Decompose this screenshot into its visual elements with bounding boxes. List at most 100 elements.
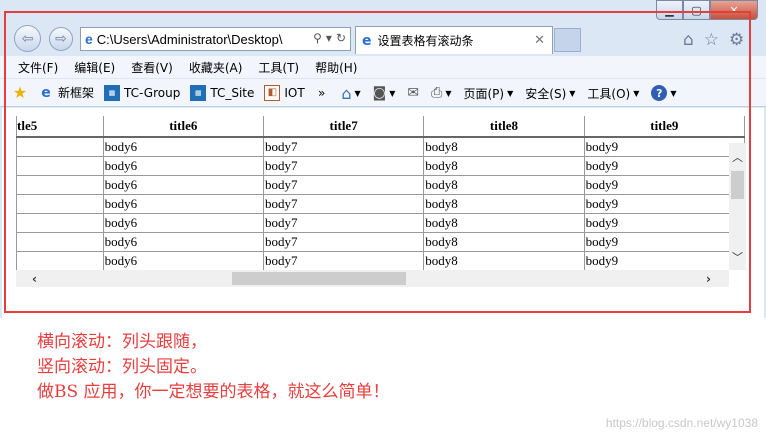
chevron-down-icon: ▼ xyxy=(569,88,576,98)
favorite-link-tc-group[interactable]: ▦ TC-Group xyxy=(104,84,180,101)
table-cell: body9 xyxy=(583,231,745,252)
favorite-label: TC_Site xyxy=(210,85,255,100)
help-icon: ? xyxy=(651,85,668,101)
ie-page-icon: e xyxy=(85,31,93,47)
safety-menu-button[interactable]: 安全(S) ▼ xyxy=(525,85,575,102)
page-menu-button[interactable]: 页面(P) ▼ xyxy=(464,85,514,102)
menu-help[interactable]: 帮助(H) xyxy=(315,59,357,76)
menu-edit[interactable]: 编辑(E) xyxy=(74,59,115,76)
chevron-down-icon: ▼ xyxy=(445,88,452,98)
horizontal-scrollbar[interactable]: ‹ › xyxy=(16,270,729,287)
table-cell: body6 xyxy=(102,155,264,176)
table-cell: body8 xyxy=(423,250,585,270)
home-icon[interactable]: ⌂ xyxy=(683,30,694,50)
dropdown-icon[interactable]: ▾ xyxy=(326,31,332,45)
menu-bar: 文件(F) 编辑(E) 查看(V) 收藏夹(A) 工具(T) 帮助(H) xyxy=(0,56,766,78)
table-row: body6 body7 body8 body9 xyxy=(16,212,745,233)
tc-site-icon: ▦ xyxy=(190,84,207,101)
table-row: body6 body7 body8 body9 xyxy=(16,231,745,252)
watermark: https://blog.csdn.net/wy1038 xyxy=(605,416,758,430)
table-cell xyxy=(16,174,104,195)
back-button[interactable]: ⇦ xyxy=(14,25,41,52)
table-header-row: tle5 title6 title7 title8 title9 xyxy=(16,116,745,138)
close-window-button[interactable]: ✕ xyxy=(710,0,758,20)
table-cell xyxy=(16,193,104,214)
menu-view[interactable]: 查看(V) xyxy=(131,59,173,76)
new-tab-button[interactable] xyxy=(554,28,581,52)
add-favorite-star-icon: ★ xyxy=(12,83,28,102)
caption-line: 做BS 应用，你一定想要的表格，就这么简单！ xyxy=(37,382,390,402)
scroll-down-icon[interactable]: ﹀ xyxy=(729,248,746,265)
table-cell xyxy=(16,250,104,270)
scroll-left-icon[interactable]: ‹ xyxy=(26,270,43,287)
help-menu-button[interactable]: ? ▼ xyxy=(651,85,677,101)
print-button[interactable]: ⎙ ▼ xyxy=(431,85,451,101)
table-cell: body9 xyxy=(583,174,745,195)
vertical-scroll-thumb[interactable] xyxy=(731,171,744,199)
tab-close-icon[interactable]: ✕ xyxy=(534,33,545,48)
scroll-up-icon[interactable]: ︿ xyxy=(729,148,746,165)
favorites-star-icon[interactable]: ☆ xyxy=(704,30,719,50)
page-menu-label: 页面(P) xyxy=(463,86,505,101)
table-cell: body6 xyxy=(102,193,264,214)
table-cell: body7 xyxy=(262,136,425,157)
forward-arrow-icon: ⇨ xyxy=(55,31,67,47)
table-cell: body6 xyxy=(102,231,264,252)
menu-tools[interactable]: 工具(T) xyxy=(258,59,299,76)
tab-title: 设置表格有滚动条 xyxy=(377,34,474,48)
back-arrow-icon: ⇦ xyxy=(21,30,34,47)
toolbar-right-icons: ⌂ ☆ ⚙ xyxy=(683,30,744,50)
mail-button[interactable]: ✉ xyxy=(407,85,419,101)
table-cell: body8 xyxy=(423,193,585,214)
favorite-link-tc-site[interactable]: ▦ TC_Site xyxy=(190,84,255,101)
table-cell: body6 xyxy=(102,250,264,270)
minimize-button[interactable]: ▁ xyxy=(656,0,683,20)
favorite-link-iot[interactable]: ◧ IOT xyxy=(264,84,305,101)
caption-text: 横向滚动：列头跟随， 竖向滚动：列头固定。 做BS 应用，你一定想要的表格，就这… xyxy=(37,330,390,405)
tools-menu-button[interactable]: 工具(O) ▼ xyxy=(587,85,639,102)
column-header: tle5 xyxy=(16,116,104,138)
table-row: body6 body7 body8 body9 xyxy=(16,250,745,270)
menu-favorites[interactable]: 收藏夹(A) xyxy=(189,59,243,76)
ie-page-icon: e xyxy=(41,84,51,101)
favorite-label: IOT xyxy=(284,85,305,100)
table-cell: body8 xyxy=(423,231,585,252)
address-bar[interactable]: e C:\Users\Administrator\Desktop\ ⚲ ▾ ↻ xyxy=(80,27,351,51)
table-cell: body7 xyxy=(262,250,425,270)
iot-icon: ◧ xyxy=(264,84,281,101)
ie-tab-icon: e xyxy=(362,32,372,49)
table-cell: body7 xyxy=(262,174,425,195)
column-header: title6 xyxy=(102,116,264,138)
window-controls: ▁ ▢ ✕ xyxy=(656,0,758,20)
table-cell: body7 xyxy=(262,155,425,176)
tab-active[interactable]: e 设置表格有滚动条 ✕ xyxy=(355,26,553,54)
refresh-icon[interactable]: ↻ xyxy=(336,31,346,45)
add-favorite-button[interactable]: ★ xyxy=(12,83,28,102)
search-icon[interactable]: ⚲ xyxy=(313,31,322,45)
scrollable-table[interactable]: tle5 title6 title7 title8 title9 body6 body7 b… xyxy=(16,116,745,270)
table-row: body6 body7 body8 body9 xyxy=(16,136,745,157)
printer-icon: ⎙ xyxy=(431,85,443,101)
settings-gear-icon[interactable]: ⚙ xyxy=(729,30,744,50)
scroll-right-icon[interactable]: › xyxy=(700,270,717,287)
address-text: C:\Users\Administrator\Desktop\ xyxy=(96,31,283,47)
safety-menu-label: 安全(S) xyxy=(525,86,567,101)
chevron-down-icon: ▼ xyxy=(670,88,677,98)
favorite-label: 新框架 xyxy=(58,86,95,100)
table-cell: body8 xyxy=(423,136,585,157)
forward-button[interactable]: ⇨ xyxy=(49,27,73,51)
maximize-button[interactable]: ▢ xyxy=(683,0,710,20)
vertical-scrollbar[interactable]: ︿ ﹀ xyxy=(729,143,746,270)
table-cell: body7 xyxy=(262,231,425,252)
menu-file[interactable]: 文件(F) xyxy=(18,59,58,76)
table-cell: body9 xyxy=(583,212,745,233)
chevron-down-icon: ▼ xyxy=(354,88,361,98)
favorite-link-new-frame[interactable]: e 新框架 xyxy=(38,84,94,101)
feeds-button[interactable]: ◙ ▼ xyxy=(373,85,396,101)
horizontal-scroll-thumb[interactable] xyxy=(232,272,406,285)
table-row: body6 body7 body8 body9 xyxy=(16,174,745,195)
navigation-bar: ⇦ ⇨ e C:\Users\Administrator\Desktop\ ⚲ … xyxy=(0,22,766,56)
table-cell: body6 xyxy=(102,174,264,195)
home-button[interactable]: ⌂ ▼ xyxy=(341,84,360,103)
favorites-more-button[interactable]: » xyxy=(318,86,325,100)
